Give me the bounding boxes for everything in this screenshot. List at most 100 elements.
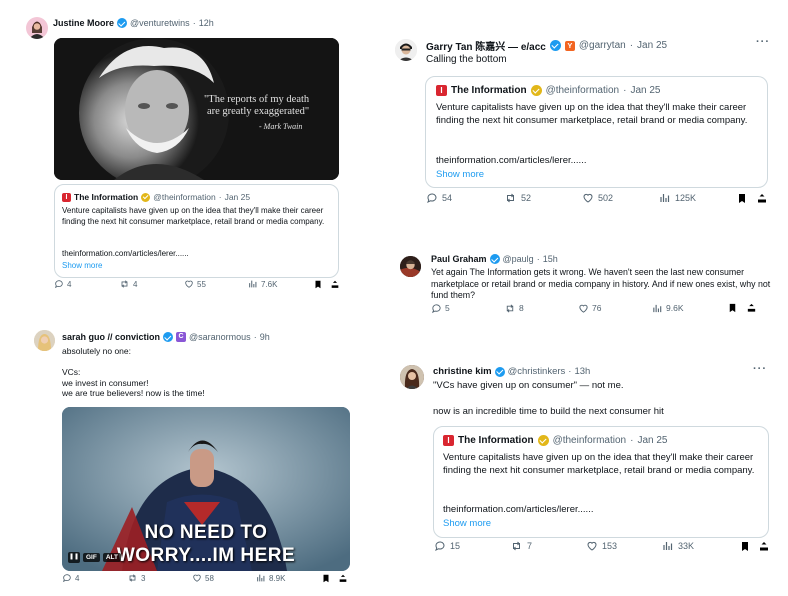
author-name[interactable]: christine kim bbox=[433, 366, 492, 377]
more-icon[interactable]: ··· bbox=[753, 363, 767, 375]
repost-button[interactable]: 4 bbox=[119, 279, 137, 289]
timestamp[interactable]: Jan 25 bbox=[637, 40, 667, 51]
author-name[interactable]: sarah guo // conviction bbox=[62, 332, 160, 342]
quoted-author-handle[interactable]: @theinformation bbox=[546, 85, 620, 96]
bookmark-icon[interactable] bbox=[321, 573, 331, 584]
author-handle[interactable]: @garrytan bbox=[579, 40, 626, 51]
reply-button[interactable]: 54 bbox=[426, 192, 452, 204]
repost-icon bbox=[507, 193, 514, 203]
quoted-link[interactable]: theinformation.com/articles/lerer...... bbox=[443, 504, 593, 515]
author-name[interactable]: Paul Graham bbox=[431, 254, 487, 264]
like-button[interactable]: 502 bbox=[582, 192, 613, 204]
reply-button[interactable]: 4 bbox=[62, 573, 79, 583]
repost-button[interactable]: 3 bbox=[127, 573, 145, 583]
pause-icon[interactable]: ❚❚ bbox=[68, 552, 80, 563]
like-icon bbox=[193, 574, 201, 582]
bookmark-icon[interactable] bbox=[313, 279, 323, 290]
share-icon[interactable] bbox=[338, 573, 348, 584]
show-more-link[interactable]: Show more bbox=[436, 169, 484, 180]
author-name[interactable]: Garry Tan 陈嘉兴 — e/acc bbox=[426, 38, 546, 53]
the-information-logo: I bbox=[443, 435, 454, 446]
affiliation-badge[interactable]: C bbox=[176, 332, 187, 342]
views-button[interactable]: 7.6K bbox=[248, 279, 277, 289]
repost-button[interactable]: 52 bbox=[504, 192, 531, 204]
like-icon bbox=[583, 193, 593, 203]
verified-icon bbox=[537, 435, 549, 446]
quoted-text: Venture capitalists have given up on the… bbox=[443, 452, 755, 476]
author-handle[interactable]: @paulg bbox=[503, 254, 534, 264]
quoted-text: Venture capitalists have given up on the… bbox=[436, 102, 748, 126]
tweet-garry-tan[interactable]: Garry Tan 陈嘉兴 — e/acc Y @garrytan · Jan … bbox=[384, 28, 780, 220]
quoted-timestamp[interactable]: Jan 25 bbox=[637, 435, 667, 446]
quoted-author-handle[interactable]: @theinformation bbox=[553, 435, 627, 446]
author-handle[interactable]: @saranormous bbox=[189, 332, 251, 342]
show-more-link[interactable]: Show more bbox=[443, 518, 491, 529]
avatar[interactable] bbox=[395, 39, 417, 61]
views-icon bbox=[660, 194, 670, 202]
avatar[interactable] bbox=[26, 17, 48, 39]
like-icon bbox=[185, 280, 193, 288]
quoted-text: Venture capitalists have given up on the… bbox=[62, 206, 325, 226]
verified-icon bbox=[117, 18, 128, 28]
verified-icon bbox=[489, 254, 500, 264]
quoted-link[interactable]: theinformation.com/articles/lerer...... bbox=[62, 249, 189, 258]
like-button[interactable]: 55 bbox=[184, 279, 206, 289]
quoted-timestamp[interactable]: Jan 25 bbox=[225, 192, 251, 202]
quoted-author-name[interactable]: The Information bbox=[458, 435, 534, 446]
tweet-justine-moore[interactable]: Justine Moore @venturetwins · 12h "The r… bbox=[16, 10, 350, 302]
views-icon bbox=[257, 574, 265, 582]
like-button[interactable]: 153 bbox=[586, 540, 617, 552]
bookmark-icon[interactable] bbox=[736, 192, 748, 205]
share-icon[interactable] bbox=[746, 302, 757, 314]
share-icon[interactable] bbox=[330, 279, 340, 290]
bookmark-icon[interactable] bbox=[739, 540, 751, 553]
like-button[interactable]: 58 bbox=[192, 573, 214, 583]
quoted-author-handle[interactable]: @theinformation bbox=[153, 192, 216, 202]
reply-button[interactable]: 15 bbox=[434, 540, 460, 552]
repost-button[interactable]: 8 bbox=[504, 303, 524, 314]
timestamp[interactable]: 12h bbox=[199, 18, 214, 28]
views-button[interactable]: 8.9K bbox=[256, 573, 285, 583]
timestamp[interactable]: 13h bbox=[574, 366, 590, 377]
tweet-image[interactable]: "The reports of my death are greatly exa… bbox=[54, 38, 339, 180]
views-button[interactable]: 33K bbox=[662, 540, 694, 552]
timestamp[interactable]: 9h bbox=[260, 332, 270, 342]
more-icon[interactable]: ··· bbox=[756, 36, 770, 48]
bookmark-icon[interactable] bbox=[727, 302, 738, 314]
share-icon[interactable] bbox=[758, 540, 770, 553]
alt-badge[interactable]: ALT bbox=[102, 553, 121, 562]
reply-button[interactable]: 5 bbox=[431, 303, 450, 314]
quoted-link[interactable]: theinformation.com/articles/lerer...... bbox=[436, 155, 586, 166]
tweet-text: absolutely no one: VCs: we invest in con… bbox=[62, 346, 205, 398]
tweet-text: Calling the bottom bbox=[426, 54, 507, 65]
quoted-tweet[interactable]: I The Information @theinformation · Jan … bbox=[425, 76, 768, 188]
repost-icon bbox=[513, 541, 520, 551]
views-icon bbox=[663, 542, 673, 550]
avatar[interactable] bbox=[34, 330, 55, 351]
repost-button[interactable]: 7 bbox=[510, 540, 532, 552]
views-button[interactable]: 125K bbox=[659, 192, 696, 204]
reply-button[interactable]: 4 bbox=[54, 279, 71, 289]
views-button[interactable]: 9.6K bbox=[652, 303, 684, 314]
timestamp[interactable]: 15h bbox=[543, 254, 558, 264]
quoted-author-name[interactable]: The Information bbox=[74, 192, 138, 202]
like-button[interactable]: 76 bbox=[578, 303, 601, 314]
quoted-tweet[interactable]: I The Information @theinformation · Jan … bbox=[54, 184, 339, 278]
tweet-sarah-guo[interactable]: sarah guo // conviction C @saranormous ·… bbox=[25, 322, 359, 594]
show-more-link[interactable]: Show more bbox=[62, 261, 102, 270]
author-handle[interactable]: @christinkers bbox=[508, 366, 566, 377]
avatar[interactable] bbox=[400, 256, 421, 277]
avatar[interactable] bbox=[400, 365, 424, 389]
quoted-tweet[interactable]: I The Information @theinformation · Jan … bbox=[433, 426, 769, 538]
quoted-timestamp[interactable]: Jan 25 bbox=[630, 85, 660, 96]
tweet-text-line-2: now is an incredible time to build the n… bbox=[433, 406, 664, 417]
reply-icon bbox=[62, 574, 71, 583]
tweet-christine-kim[interactable]: christine kim @christinkers · 13h ··· "V… bbox=[388, 356, 780, 568]
author-name[interactable]: Justine Moore bbox=[53, 18, 114, 28]
tweet-paul-graham[interactable]: Paul Graham @paulg · 15h Yet again The I… bbox=[390, 246, 780, 326]
share-icon[interactable] bbox=[756, 192, 768, 205]
author-handle[interactable]: @venturetwins bbox=[130, 18, 190, 28]
tweet-gif[interactable]: NO NEED TO WORRY....IM HERE ❚❚ GIF ALT bbox=[62, 407, 350, 571]
gif-caption-line-1: NO NEED TO bbox=[144, 522, 268, 543]
quoted-author-name[interactable]: The Information bbox=[451, 85, 527, 96]
